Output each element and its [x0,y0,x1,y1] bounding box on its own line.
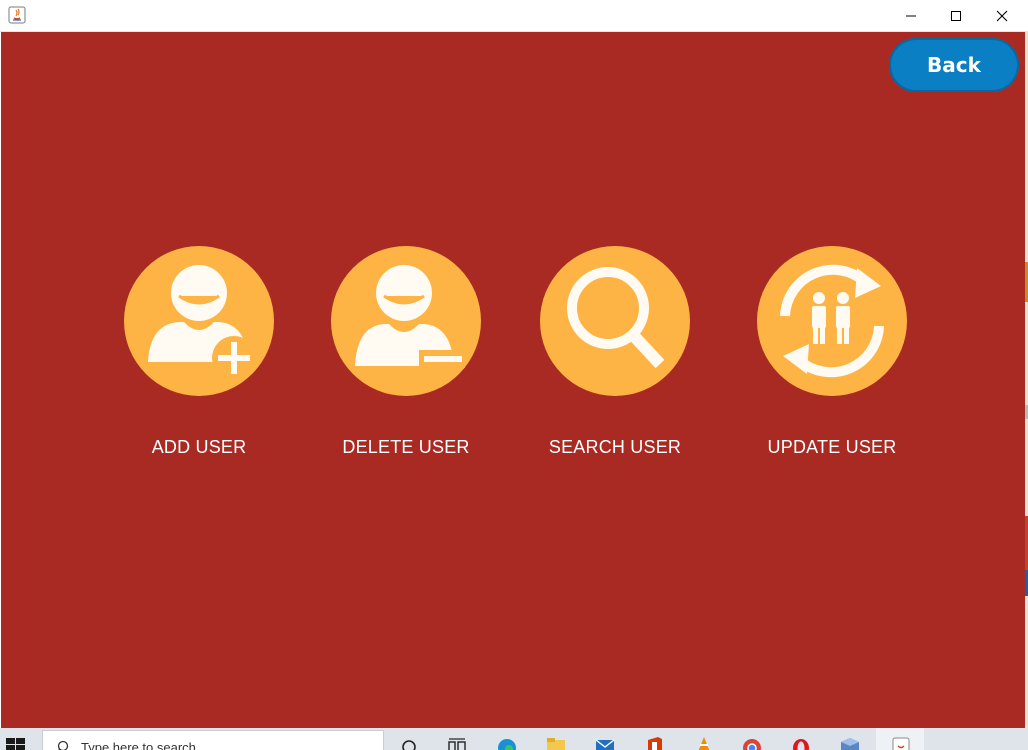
opera-icon[interactable] [790,736,812,750]
maximize-button[interactable] [933,0,979,31]
update-user-icon [780,264,884,378]
delete-user-button[interactable] [331,246,481,396]
windows-start-icon[interactable] [6,738,26,750]
minimize-button[interactable] [888,0,934,31]
cortana-search-icon[interactable] [398,736,420,750]
update-user-action[interactable]: UPDATE USER [727,246,937,476]
chrome-icon[interactable] [741,736,763,750]
vlc-icon[interactable] [693,736,715,750]
add-user-button[interactable] [124,246,274,396]
delete-user-label: DELETE USER [342,437,470,457]
java-icon [892,737,910,750]
user-management-panel: Back ADD USER DELETE USER SEARCH USER UP… [1,32,1025,728]
search-user-action[interactable]: SEARCH USER [510,246,720,476]
search-user-button[interactable] [540,246,690,396]
update-user-label: UPDATE USER [767,437,897,457]
minimize-icon [906,15,916,16]
mail-icon[interactable] [594,736,616,750]
add-user-action[interactable]: ADD USER [94,246,304,476]
taskbar-search-box[interactable]: Type here to search [42,730,384,750]
office-icon[interactable] [644,736,666,750]
edge-icon[interactable] [496,736,518,750]
delete-user-icon [355,265,465,368]
update-user-button[interactable] [757,246,907,396]
close-icon [996,10,1008,21]
back-button[interactable]: Back [889,38,1019,92]
file-explorer-icon[interactable] [545,736,567,750]
task-view-icon[interactable] [446,736,468,750]
search-icon [57,740,69,750]
add-user-label: ADD USER [151,437,247,457]
delete-user-action[interactable]: DELETE USER [301,246,511,476]
windows-taskbar: Type here to search [0,728,1028,750]
add-user-icon [148,265,256,380]
taskbar-search-placeholder: Type here to search [81,740,196,750]
search-user-icon [567,267,665,369]
window-title-bar [0,0,1028,32]
active-taskbar-item[interactable] [876,728,924,750]
close-button[interactable] [979,0,1025,31]
search-user-label: SEARCH USER [548,437,682,457]
virtualbox-icon[interactable] [839,736,861,750]
java-app-icon [8,6,26,24]
maximize-icon [951,10,961,21]
